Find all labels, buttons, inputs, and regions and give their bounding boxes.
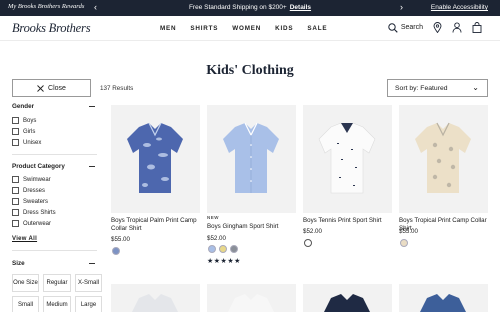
checkbox[interactable] — [12, 187, 19, 194]
product-price: $52.00 — [303, 228, 322, 235]
product-image[interactable] — [111, 105, 200, 213]
filter-size-heading[interactable]: Size — [12, 260, 25, 267]
close-icon — [37, 84, 44, 92]
nav-women[interactable]: WOMEN — [232, 25, 261, 32]
results-count: 137 Results — [100, 85, 134, 92]
product-image[interactable] — [207, 105, 296, 213]
search-icon — [388, 22, 398, 33]
promo-details-link[interactable]: Details — [290, 4, 311, 11]
product-price: $55.00 — [399, 228, 418, 235]
nav-shirts[interactable]: SHIRTS — [190, 25, 218, 32]
collapse-size-icon[interactable] — [89, 263, 95, 264]
filter-option-sweaters[interactable]: Sweaters — [12, 198, 48, 205]
new-badge: NEW — [207, 215, 219, 220]
account-user-icon[interactable] — [452, 22, 462, 33]
shirt-image — [415, 122, 471, 193]
product-name[interactable]: Boys Gingham Sport Shirt — [207, 223, 295, 231]
checkbox[interactable] — [12, 220, 19, 227]
view-all-link[interactable]: View All — [12, 236, 37, 242]
checkbox[interactable] — [12, 139, 19, 146]
product-name[interactable]: Boys Tennis Print Sport Shirt — [303, 217, 391, 225]
checkbox[interactable] — [12, 209, 19, 216]
color-swatch[interactable] — [219, 245, 227, 253]
color-swatch[interactable] — [304, 239, 312, 247]
shirt-image — [318, 122, 376, 194]
checkbox[interactable] — [12, 176, 19, 183]
brand-logo[interactable]: Brooks Brothers — [12, 21, 91, 36]
filter-option-dress-shirts[interactable]: Dress Shirts — [12, 209, 56, 216]
color-swatch[interactable] — [208, 245, 216, 253]
shirt-image — [127, 122, 183, 193]
close-label: Close — [48, 84, 66, 92]
promo-bar: My Brooks Brothers Rewards ‹ Free Standa… — [0, 0, 500, 16]
header-tools: Search — [388, 22, 482, 33]
divider — [12, 250, 97, 251]
divider — [12, 154, 97, 155]
search-button[interactable]: Search — [388, 22, 423, 33]
product-image[interactable] — [399, 284, 488, 312]
product-image[interactable] — [399, 105, 488, 213]
product-image[interactable] — [207, 284, 296, 312]
enable-accessibility-link[interactable]: Enable Accessibility — [431, 4, 488, 11]
shirt-image — [420, 294, 466, 312]
search-label: Search — [400, 24, 423, 31]
filter-category-heading[interactable]: Product Category — [12, 163, 65, 170]
shirt-image — [132, 294, 178, 312]
site-header: Brooks Brothers MEN SHIRTS WOMEN KIDS SA… — [0, 16, 500, 41]
filter-option-swimwear[interactable]: Swimwear — [12, 176, 51, 183]
color-swatch[interactable] — [400, 239, 408, 247]
product-price: $52.00 — [207, 235, 226, 242]
collapse-category-icon[interactable] — [89, 166, 95, 167]
filter-option-unisex[interactable]: Unisex — [12, 139, 41, 146]
chevron-down-icon: ⌄ — [472, 83, 479, 92]
shopping-bag-icon[interactable] — [472, 22, 482, 33]
shirt-image — [223, 122, 279, 193]
product-name[interactable]: Boys Tropical Palm Print Camp Collar Shi… — [111, 217, 199, 233]
nav-men[interactable]: MEN — [160, 25, 176, 32]
product-image[interactable] — [303, 284, 392, 312]
promo-next-arrow-icon[interactable]: › — [400, 2, 403, 12]
checkbox[interactable] — [12, 198, 19, 205]
product-image[interactable] — [111, 284, 200, 312]
store-locator-pin-icon[interactable] — [433, 22, 442, 33]
size-x-small[interactable]: X-Small — [75, 274, 102, 292]
sort-dropdown[interactable]: Sort by: Featured ⌄ — [387, 79, 488, 97]
filter-option-dresses[interactable]: Dresses — [12, 187, 45, 194]
size-small[interactable]: Small — [12, 296, 39, 312]
filter-option-boys[interactable]: Boys — [12, 117, 36, 124]
filter-gender-heading[interactable]: Gender — [12, 103, 34, 110]
promo-message: Free Standard Shipping on $200+ Details — [188, 4, 312, 11]
shirt-image — [324, 294, 370, 312]
shirt-image — [228, 294, 274, 312]
color-swatch[interactable] — [112, 247, 120, 255]
size-regular[interactable]: Regular — [43, 274, 71, 292]
checkbox[interactable] — [12, 117, 19, 124]
close-filters-button[interactable]: Close — [12, 79, 91, 97]
color-swatch[interactable] — [230, 245, 238, 253]
size-medium[interactable]: Medium — [43, 296, 71, 312]
checkbox[interactable] — [12, 128, 19, 135]
page-title: Kids' Clothing — [206, 63, 294, 78]
filter-option-girls[interactable]: Girls — [12, 128, 35, 135]
collapse-gender-icon[interactable] — [89, 106, 95, 107]
nav-sale[interactable]: SALE — [307, 25, 327, 32]
size-large[interactable]: Large — [75, 296, 102, 312]
product-image[interactable] — [303, 105, 392, 213]
nav-kids[interactable]: KIDS — [275, 25, 293, 32]
sort-label: Sort by: Featured — [395, 85, 448, 92]
size-one-size[interactable]: One Size — [12, 274, 39, 292]
main-nav: MEN SHIRTS WOMEN KIDS SALE — [160, 25, 327, 32]
product-price: $55.00 — [111, 236, 130, 243]
rating-stars: ★★★★★ — [207, 258, 241, 265]
filter-option-outerwear[interactable]: Outerwear — [12, 220, 51, 227]
